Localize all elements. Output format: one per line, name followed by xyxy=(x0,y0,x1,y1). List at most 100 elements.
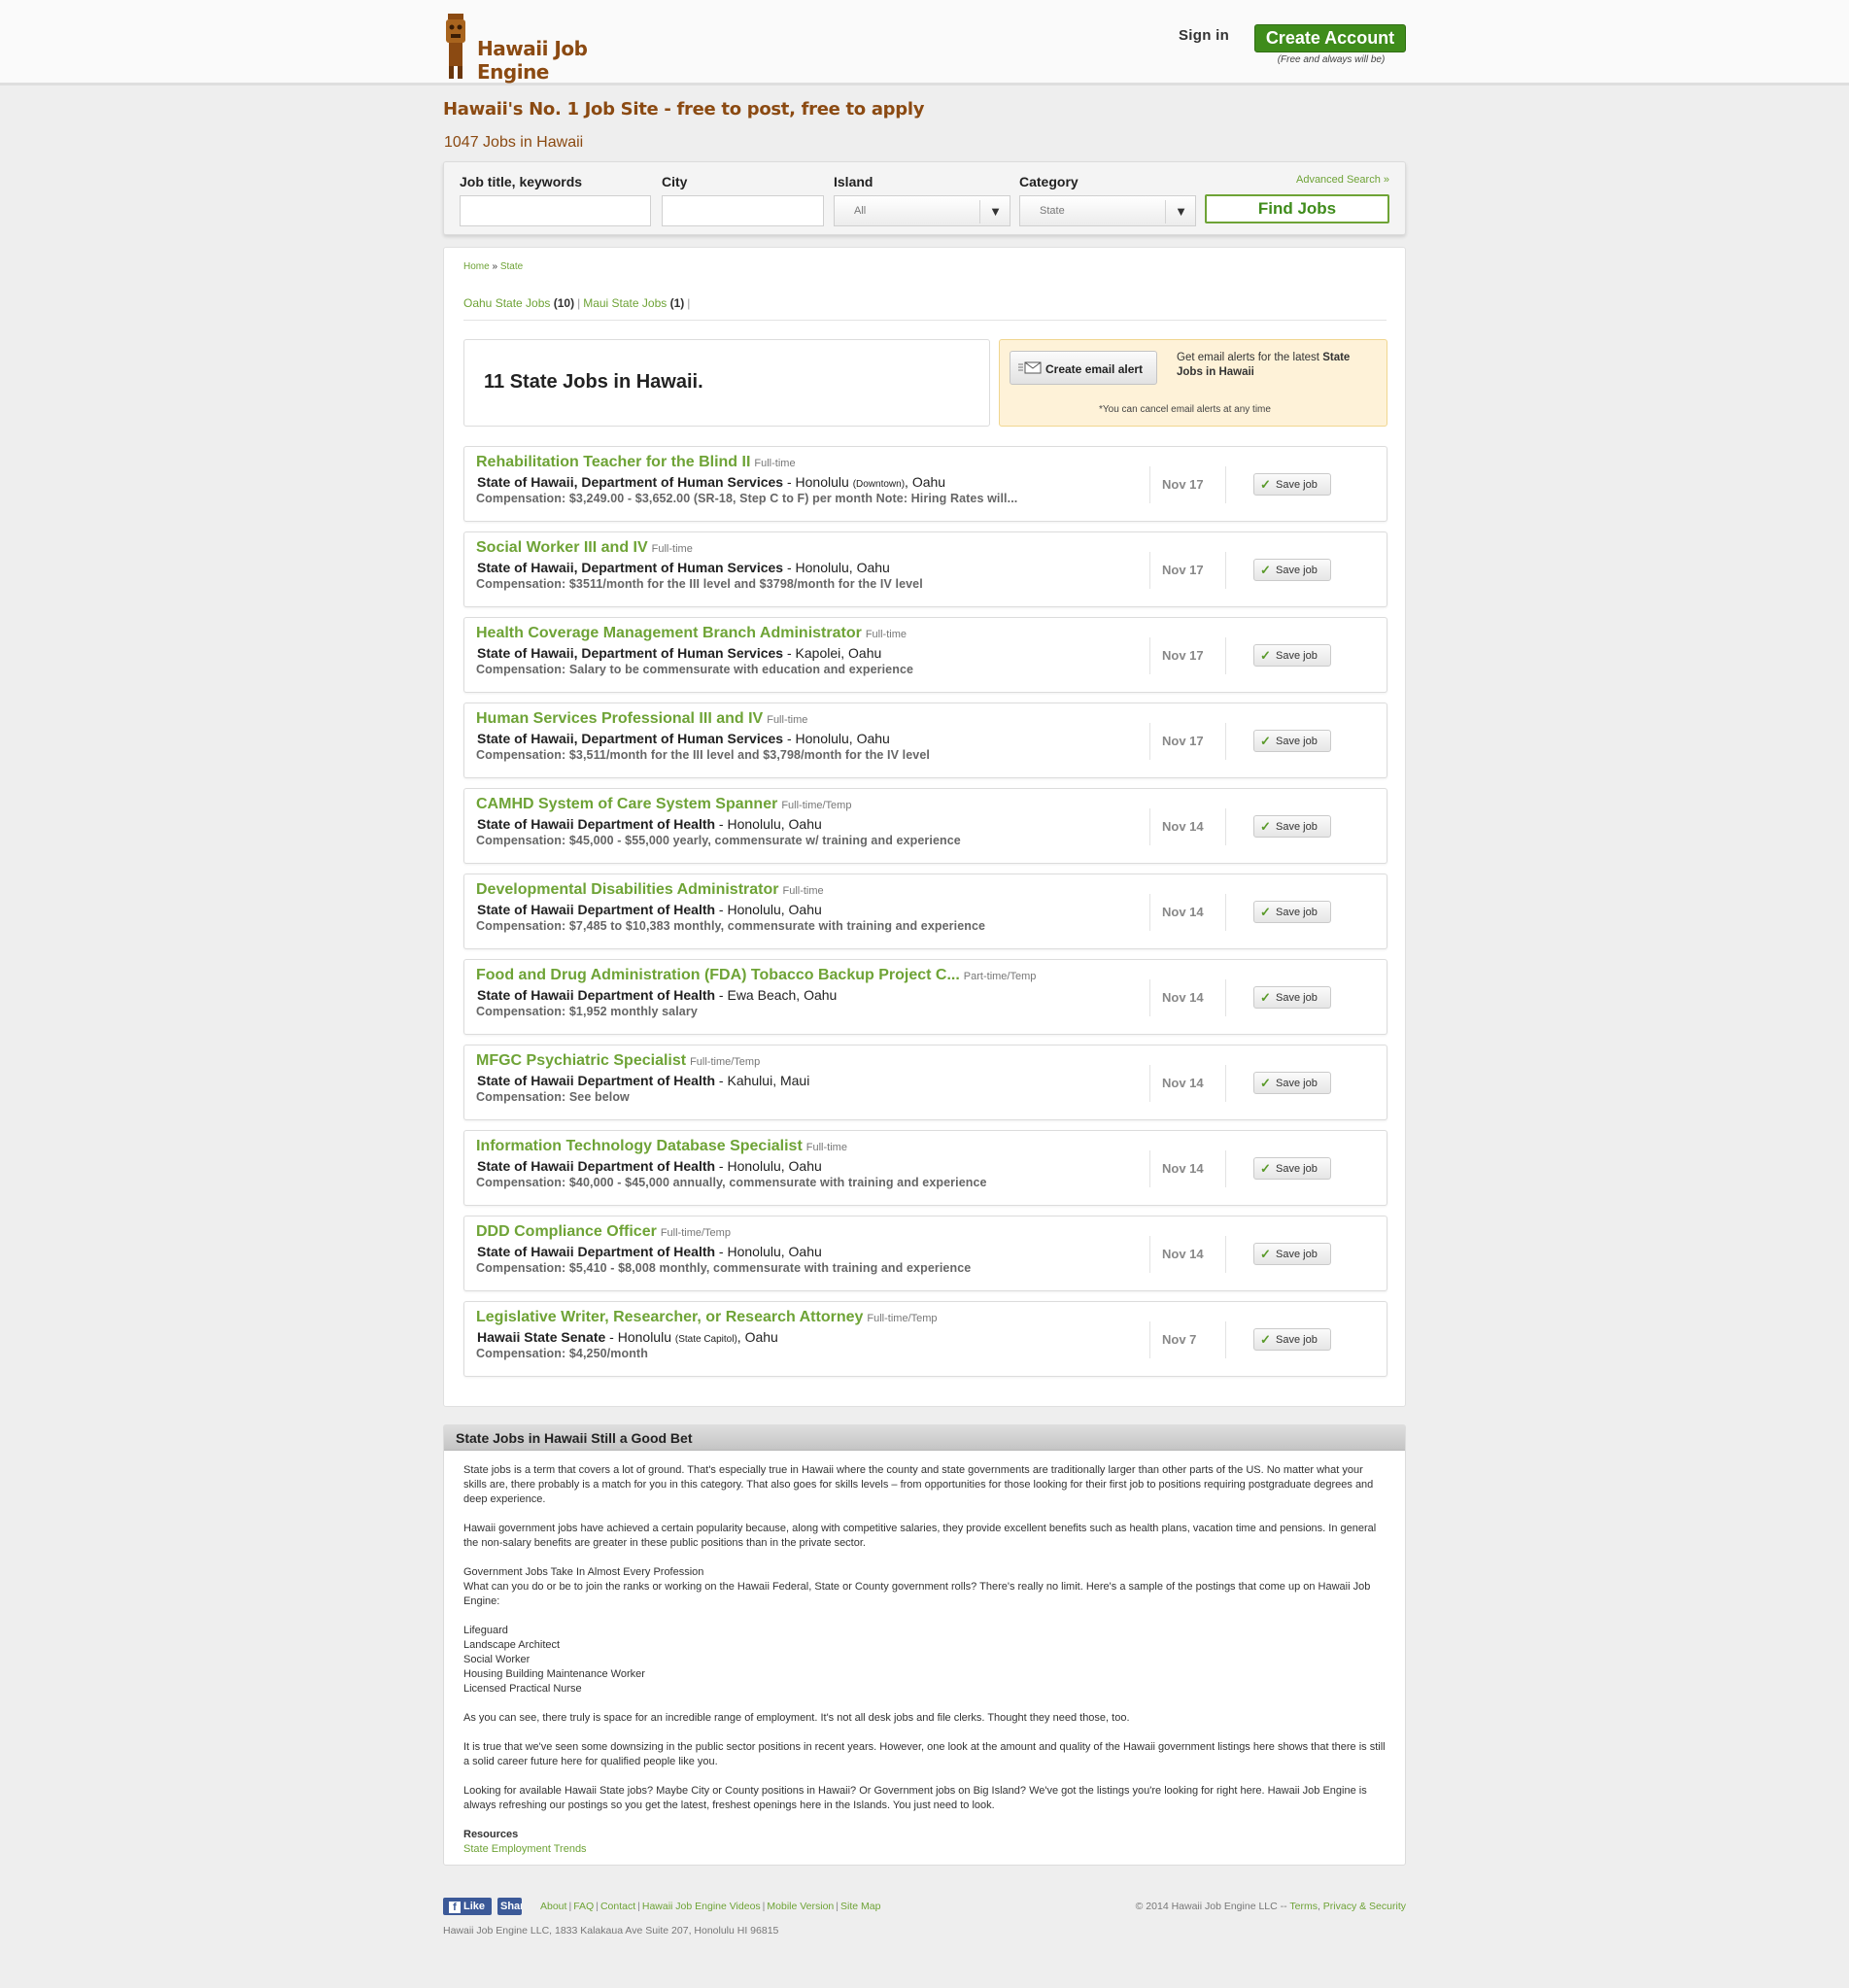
logo-text: Hawaii Job Engine xyxy=(477,37,588,84)
chevron-down-icon: ▼ xyxy=(989,204,1002,219)
job-location: - Honolulu, Oahu xyxy=(715,816,822,832)
job-company-location: State of Hawaii, Department of Human Ser… xyxy=(477,731,890,746)
job-title-link[interactable]: DDD Compliance Officer Full-time/Temp xyxy=(476,1223,731,1241)
job-title-link[interactable]: Information Technology Database Speciali… xyxy=(476,1138,847,1155)
create-email-alert-button[interactable]: Create email alert xyxy=(1010,351,1157,385)
job-location: - Honolulu, Oahu xyxy=(715,1244,822,1259)
save-job-button[interactable]: ✓ Save job xyxy=(1253,1157,1331,1180)
job-title: Health Coverage Management Branch Admini… xyxy=(476,625,862,641)
breadcrumb-home[interactable]: Home xyxy=(463,261,490,272)
job-title: MFGC Psychiatric Specialist xyxy=(476,1052,687,1069)
sign-in-link[interactable]: Sign in xyxy=(1179,27,1229,44)
select-divider xyxy=(1165,200,1166,223)
island-link-maui[interactable]: Maui State Jobs xyxy=(583,296,667,310)
checkmark-icon: ✓ xyxy=(1260,1161,1271,1176)
island-select[interactable]: All ▼ xyxy=(834,195,1010,226)
save-job-button[interactable]: ✓ Save job xyxy=(1253,559,1331,581)
job-title: Legislative Writer, Researcher, or Resea… xyxy=(476,1309,864,1325)
job-type: Full-time/Temp xyxy=(867,1313,938,1324)
save-job-label: Save job xyxy=(1276,650,1318,662)
list-item: Housing Building Maintenance Worker xyxy=(463,1668,645,1680)
checkmark-icon: ✓ xyxy=(1260,1247,1271,1261)
job-title: Human Services Professional III and IV xyxy=(476,710,764,727)
facebook-share-button[interactable]: Share xyxy=(497,1898,522,1915)
job-title: Information Technology Database Speciali… xyxy=(476,1138,803,1154)
footer-link-mobile[interactable]: Mobile Version xyxy=(767,1901,834,1912)
job-compensation: Compensation: $3,511/month for the III l… xyxy=(476,748,930,762)
job-title-link[interactable]: Food and Drug Administration (FDA) Tobac… xyxy=(476,967,1036,984)
category-select[interactable]: State ▼ xyxy=(1019,195,1196,226)
footer-link-about[interactable]: About xyxy=(540,1901,566,1912)
tiki-logo-icon xyxy=(446,14,465,79)
job-title-link[interactable]: Social Worker III and IV Full-time xyxy=(476,539,693,557)
island-count-oahu: (10) xyxy=(553,296,575,310)
find-jobs-button[interactable]: Find Jobs xyxy=(1205,194,1389,223)
job-company-location: State of Hawaii, Department of Human Ser… xyxy=(477,560,890,575)
job-title-link[interactable]: Human Services Professional III and IV Fu… xyxy=(476,710,807,728)
footer-link-sitemap[interactable]: Site Map xyxy=(840,1901,880,1912)
footer-link-contact[interactable]: Contact xyxy=(600,1901,635,1912)
site-logo[interactable]: Hawaii Job Engine xyxy=(443,12,657,84)
job-title-link[interactable]: Health Coverage Management Branch Admini… xyxy=(476,625,907,642)
save-job-label: Save job xyxy=(1276,1078,1318,1089)
job-company-location: State of Hawaii Department of Health - E… xyxy=(477,987,837,1003)
save-job-button[interactable]: ✓ Save job xyxy=(1253,986,1331,1009)
save-job-button[interactable]: ✓ Save job xyxy=(1253,1243,1331,1265)
job-row: Information Technology Database Speciali… xyxy=(463,1130,1387,1206)
job-location-island: , Oahu xyxy=(905,474,946,490)
job-title-link[interactable]: Legislative Writer, Researcher, or Resea… xyxy=(476,1309,938,1326)
save-job-button[interactable]: ✓ Save job xyxy=(1253,730,1331,752)
divider xyxy=(1225,808,1226,845)
island-link-oahu[interactable]: Oahu State Jobs xyxy=(463,296,550,310)
save-job-button[interactable]: ✓ Save job xyxy=(1253,1072,1331,1094)
privacy-link[interactable]: Privacy & Security xyxy=(1323,1901,1406,1912)
job-title-link[interactable]: Developmental Disabilities Administrator… xyxy=(476,881,824,899)
create-account-button[interactable]: Create Account xyxy=(1254,24,1406,52)
job-title-link[interactable]: CAMHD System of Care System Spanner Full-… xyxy=(476,796,851,813)
save-job-button[interactable]: ✓ Save job xyxy=(1253,644,1331,667)
keywords-input[interactable] xyxy=(460,195,651,226)
list-item: Licensed Practical Nurse xyxy=(463,1683,582,1695)
save-job-button[interactable]: ✓ Save job xyxy=(1253,815,1331,838)
job-company-location: State of Hawaii, Department of Human Ser… xyxy=(477,645,881,661)
resources-link[interactable]: State Employment Trends xyxy=(463,1843,587,1855)
chevron-down-icon: ▼ xyxy=(1175,204,1187,219)
job-date: Nov 14 xyxy=(1162,1161,1204,1176)
job-type: Full-time/Temp xyxy=(660,1227,731,1239)
facebook-like-button[interactable]: f Like xyxy=(443,1898,492,1915)
job-location: - Honolulu, Oahu xyxy=(715,902,822,917)
job-row: Food and Drug Administration (FDA) Tobac… xyxy=(463,959,1387,1035)
job-title-link[interactable]: MFGC Psychiatric Specialist Full-time/Tem… xyxy=(476,1052,760,1070)
job-title-link[interactable]: Rehabilitation Teacher for the Blind II F… xyxy=(476,454,796,471)
divider xyxy=(1225,979,1226,1016)
city-input[interactable] xyxy=(662,195,824,226)
save-job-button[interactable]: ✓ Save job xyxy=(1253,473,1331,496)
job-company-location: State of Hawaii Department of Health - H… xyxy=(477,902,822,917)
job-date: Nov 17 xyxy=(1162,563,1204,577)
checkmark-icon: ✓ xyxy=(1260,1076,1271,1090)
job-company-location: State of Hawaii Department of Health - K… xyxy=(477,1073,809,1088)
terms-link[interactable]: Terms xyxy=(1289,1901,1318,1912)
advanced-search-link[interactable]: Advanced Search » xyxy=(1296,174,1389,186)
job-title: CAMHD System of Care System Spanner xyxy=(476,796,778,812)
job-type: Full-time xyxy=(651,543,693,555)
job-date: Nov 17 xyxy=(1162,734,1204,748)
job-location: - Ewa Beach, Oahu xyxy=(715,987,838,1003)
job-location: - Honolulu xyxy=(605,1329,675,1345)
job-type: Full-time xyxy=(865,629,907,640)
job-row: Developmental Disabilities Administrator… xyxy=(463,874,1387,949)
save-job-button[interactable]: ✓ Save job xyxy=(1253,1328,1331,1351)
breadcrumb-current[interactable]: State xyxy=(500,261,523,272)
island-select-value: All xyxy=(854,205,867,217)
footer-link-faq[interactable]: FAQ xyxy=(573,1901,594,1912)
divider xyxy=(1225,552,1226,589)
article-paragraph: Looking for available Hawaii State jobs?… xyxy=(463,1785,1367,1811)
job-type: Full-time/Temp xyxy=(690,1056,761,1068)
save-job-button[interactable]: ✓ Save job xyxy=(1253,901,1331,923)
footer-link-videos[interactable]: Hawaii Job Engine Videos xyxy=(642,1901,761,1912)
island-count-maui: (1) xyxy=(669,296,685,310)
checkmark-icon: ✓ xyxy=(1260,734,1271,748)
job-list: Rehabilitation Teacher for the Blind II F… xyxy=(463,446,1387,1387)
footer-links: About | FAQ | Contact | Hawaii Job Engine Vide… xyxy=(540,1901,881,1912)
job-location-detail: (State Capitol) xyxy=(674,1334,737,1345)
